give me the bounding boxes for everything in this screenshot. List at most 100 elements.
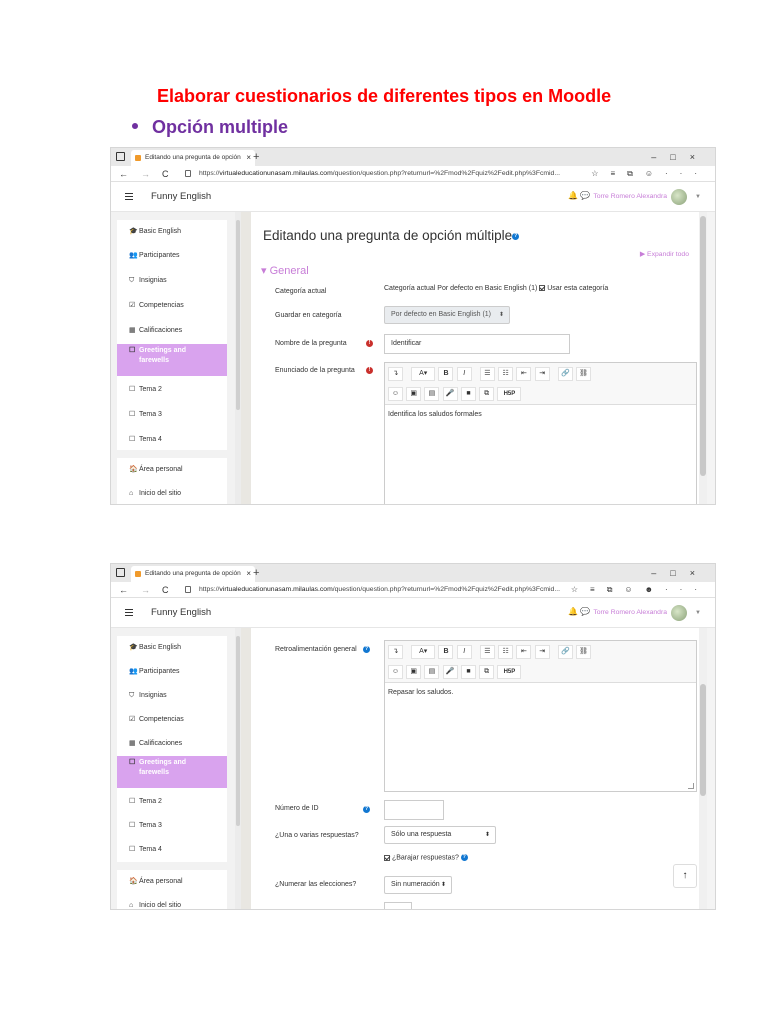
nav-item-inicio-del-sitio[interactable]: ⌂ Inicio del sitio [117, 894, 227, 909]
indent-button[interactable]: ⇥ [534, 367, 550, 381]
link-button[interactable]: 🔗 [557, 645, 573, 659]
emoticon-button[interactable]: ☺ [388, 665, 403, 679]
avatar[interactable] [671, 189, 687, 205]
avatar[interactable] [671, 605, 687, 621]
record-audio-button[interactable]: 🎤 [442, 387, 458, 401]
nav-item-insignias[interactable]: ⛉ Insignias [117, 684, 227, 708]
forward-button[interactable]: → [141, 166, 150, 182]
question-text-editor[interactable]: ↴ A▾ B I ☰ ☷ ⇤ ⇥ 🔗 ⛓ ☺ ▣ ▤ 🎤 ■ ⧉ H5P Ide… [384, 362, 697, 504]
drawer-scrollbar-thumb[interactable] [236, 636, 240, 826]
unordered-list-button[interactable]: ☰ [479, 367, 495, 381]
tab-close-icon[interactable]: × [246, 150, 251, 166]
unlink-button[interactable]: ⛓ [576, 645, 592, 659]
general-feedback-editor[interactable]: ↴ A▾ B I ☰ ☷ ⇤ ⇥ 🔗 ⛓ ☺ ▣ ▤ 🎤 ■ ⧉ H5P Rep… [384, 640, 697, 792]
question-text-content[interactable]: Identifica los saludos formales [388, 411, 482, 418]
nav-item-greetings-and-farewells[interactable]: ☐ Greetings and farewells [117, 344, 227, 376]
reload-button[interactable]: C [162, 166, 169, 182]
browser-toolbar-icons[interactable]: ☆≡⧉☺··· [591, 166, 709, 182]
sidebar-toggle-icon[interactable] [116, 568, 125, 577]
collapse-toolbar-button[interactable]: ↴ [388, 367, 403, 381]
site-name[interactable]: Funny English [151, 182, 211, 212]
drawer-scrollbar-thumb[interactable] [236, 220, 240, 410]
italic-button[interactable]: I [456, 367, 472, 381]
bell-icon[interactable]: 🔔 [568, 607, 578, 616]
back-to-top-icon[interactable]: ↑ [673, 864, 697, 888]
help-icon[interactable]: ? [512, 232, 520, 240]
manage-files-button[interactable]: ⧉ [479, 665, 495, 679]
h5p-button[interactable]: H5P [497, 387, 522, 401]
general-feedback-content[interactable]: Repasar los saludos. [388, 689, 453, 696]
url-field[interactable]: https://virtualeducationunasam.milaulas.… [199, 582, 560, 598]
user-name[interactable]: Torre Romero Alexandra [593, 182, 667, 212]
paragraph-style-button[interactable]: A▾ [411, 367, 436, 381]
site-name[interactable]: Funny English [151, 598, 211, 628]
outdent-button[interactable]: ⇤ [516, 645, 532, 659]
new-tab-button[interactable]: + [253, 564, 259, 582]
section-general[interactable]: ▾ General [261, 264, 309, 277]
lock-icon[interactable] [185, 586, 191, 593]
link-button[interactable]: 🔗 [557, 367, 573, 381]
emoticon-button[interactable]: ☺ [388, 387, 403, 401]
italic-button[interactable]: I [456, 645, 472, 659]
back-button[interactable]: ← [119, 166, 128, 182]
help-icon[interactable]: ? [363, 806, 370, 813]
chat-icon[interactable]: 💬 [580, 191, 590, 200]
new-tab-button[interactable]: + [253, 148, 259, 166]
nav-item-tema-2[interactable]: ☐ Tema 2 [117, 790, 227, 814]
nav-item-basic-english[interactable]: 🎓Basic English [117, 636, 227, 660]
nav-item-area-personal[interactable]: 🏠Área personal [117, 458, 227, 482]
paragraph-style-button[interactable]: A▾ [411, 645, 436, 659]
page-scrollbar-thumb[interactable] [700, 684, 706, 796]
forward-button[interactable]: → [141, 582, 150, 598]
collapse-toolbar-button[interactable]: ↴ [388, 645, 403, 659]
answer-numbering-select[interactable]: Sin numeración ⬍ [384, 876, 452, 894]
browser-tab[interactable]: Editando una pregunta de opción × [131, 566, 255, 582]
page-scrollbar-thumb[interactable] [700, 216, 706, 476]
help-icon[interactable]: ? [363, 646, 370, 653]
save-in-category-select[interactable]: Por defecto en Basic English (1) ⬍ [384, 306, 510, 324]
lock-icon[interactable] [185, 170, 191, 177]
browser-toolbar-icons[interactable]: ☆≡⧉☺☻··· [571, 582, 709, 598]
use-category-checkbox[interactable] [539, 285, 546, 292]
url-field[interactable]: https://virtualeducationunasam.milaulas.… [199, 166, 560, 182]
unordered-list-button[interactable]: ☰ [479, 645, 495, 659]
media-button[interactable]: ▤ [424, 665, 440, 679]
nav-item-calificaciones[interactable]: ▦ Calificaciones [117, 732, 227, 756]
image-button[interactable]: ▣ [406, 387, 422, 401]
record-audio-button[interactable]: 🎤 [442, 665, 458, 679]
media-button[interactable]: ▤ [424, 387, 440, 401]
shuffle-answers-checkbox[interactable] [384, 854, 390, 861]
manage-files-button[interactable]: ⧉ [479, 387, 495, 401]
chevron-down-icon[interactable]: ▼ [695, 598, 701, 628]
ordered-list-button[interactable]: ☷ [498, 367, 514, 381]
outdent-button[interactable]: ⇤ [516, 367, 532, 381]
unlink-button[interactable]: ⛓ [576, 367, 592, 381]
single-multiple-select[interactable]: Sólo una respuesta ⬍ [384, 826, 496, 844]
reload-button[interactable]: C [162, 582, 169, 598]
record-video-button[interactable]: ■ [460, 665, 476, 679]
nav-item-participantes[interactable]: 👥Participantes [117, 660, 227, 684]
h5p-button[interactable]: H5P [497, 665, 522, 679]
nav-item-tema-3[interactable]: ☐ Tema 3 [117, 403, 227, 427]
nav-item-basic-english[interactable]: 🎓Basic English [117, 220, 227, 244]
nav-item-calificaciones[interactable]: ▦ Calificaciones [117, 319, 227, 343]
resize-grip-icon[interactable] [688, 783, 694, 789]
nav-item-tema-3[interactable]: ☐ Tema 3 [117, 814, 227, 838]
nav-item-tema-2[interactable]: ☐ Tema 2 [117, 378, 227, 402]
expand-all-link[interactable]: ▶ Expandir todo [640, 250, 689, 258]
image-button[interactable]: ▣ [406, 665, 422, 679]
window-controls[interactable]: –□× [651, 564, 709, 582]
nav-item-greetings-and-farewells[interactable]: ☐ Greetings and farewells [117, 756, 227, 788]
id-number-input[interactable] [384, 800, 444, 820]
nav-item-competencias[interactable]: ☑ Competencias [117, 294, 227, 318]
sidebar-toggle-icon[interactable] [116, 152, 125, 161]
nav-item-tema-4[interactable]: ☐ Tema 4 [117, 838, 227, 862]
ordered-list-button[interactable]: ☷ [498, 645, 514, 659]
window-controls[interactable]: –□× [651, 148, 709, 166]
tab-close-icon[interactable]: × [246, 566, 251, 582]
bold-button[interactable]: B [438, 367, 454, 381]
chevron-down-icon[interactable]: ▼ [695, 182, 701, 212]
browser-tab[interactable]: Editando una pregunta de opción × [131, 150, 255, 166]
chat-icon[interactable]: 💬 [580, 607, 590, 616]
nav-item-tema-4[interactable]: ☐ Tema 4 [117, 428, 227, 452]
